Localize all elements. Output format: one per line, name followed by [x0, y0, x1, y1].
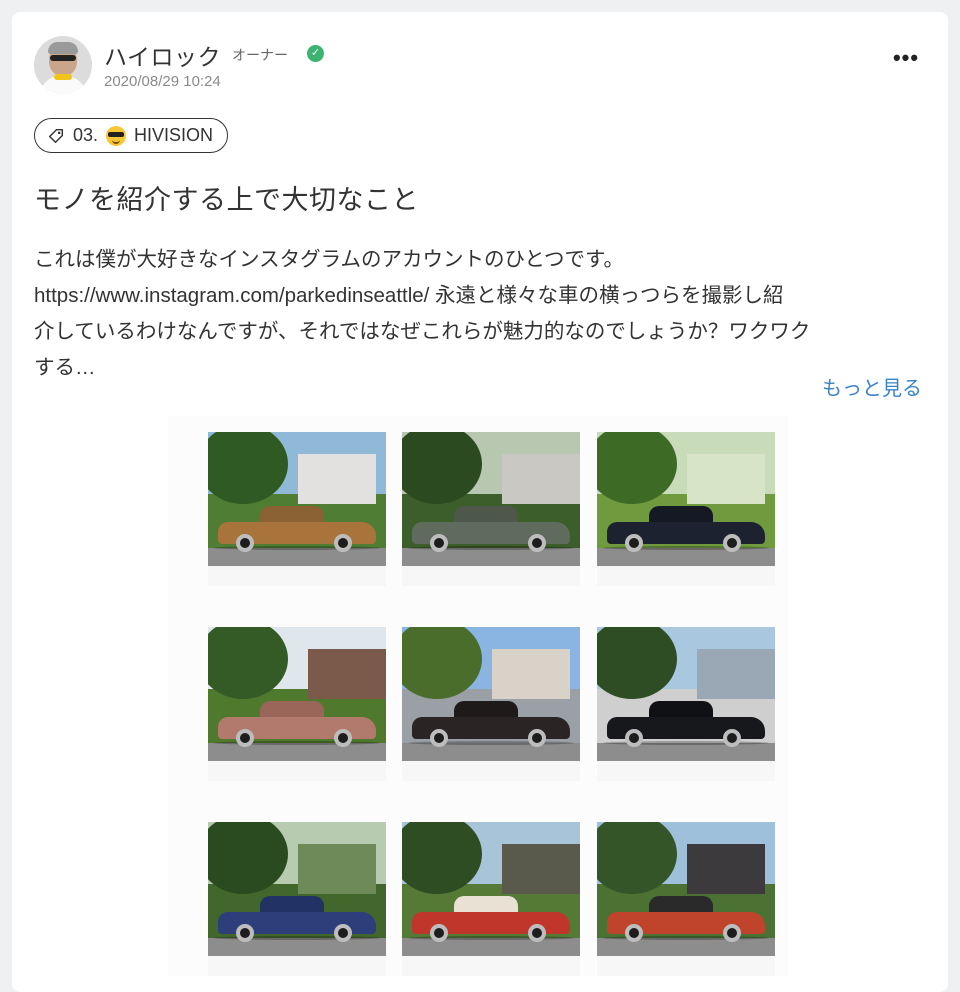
author-role: オーナー [232, 47, 288, 63]
photo-road [208, 938, 386, 956]
car-photo-6[interactable] [597, 627, 775, 761]
photo-caption-strip [208, 761, 386, 781]
car-photo-4[interactable] [208, 627, 386, 761]
car-photo-7[interactable] [208, 822, 386, 956]
photo-house [502, 454, 580, 504]
car-wheel [334, 924, 352, 942]
post-body-line: https://www.instagram.com/parkedinseattl… [34, 284, 784, 307]
photo-caption-strip [402, 761, 580, 781]
tag-name: HIVISION [134, 125, 214, 145]
photo-house [298, 454, 376, 504]
car-wheel [334, 729, 352, 747]
photo-road [597, 743, 775, 761]
avatar-hair [48, 42, 78, 54]
photo-house [492, 649, 570, 699]
post-body-line: する… [34, 356, 96, 379]
photo-road [208, 548, 386, 566]
avatar-glasses [50, 55, 76, 61]
tag-icon [48, 128, 64, 143]
photo-gallery [168, 416, 788, 976]
read-more-link[interactable]: もっと見る [822, 372, 922, 401]
car-wheel [528, 534, 546, 552]
photo-road [402, 938, 580, 956]
author-avatar[interactable] [34, 36, 92, 94]
post-timestamp: 2020/08/29 10:24 [104, 73, 221, 90]
photo-house [308, 649, 386, 699]
car-wheel [334, 534, 352, 552]
avatar-held-item [54, 74, 72, 80]
car-photo-2[interactable] [402, 432, 580, 566]
verified-check-icon: ✓ [307, 45, 324, 62]
car-wheel [430, 924, 448, 942]
photo-house [687, 844, 765, 894]
tag-prefix: 03. [73, 125, 99, 145]
car-wheel [723, 924, 741, 942]
photo-road [597, 548, 775, 566]
car-wheel [430, 729, 448, 747]
car-wheel [625, 534, 643, 552]
car-photo-3[interactable] [597, 432, 775, 566]
post-title[interactable]: モノを紹介する上で大切なこと [34, 178, 419, 217]
car-wheel [528, 924, 546, 942]
tag-chip[interactable]: 03. HIVISION [34, 118, 229, 153]
car-photo-9[interactable] [597, 822, 775, 956]
author-name[interactable]: ハイロック [104, 38, 221, 72]
post-body: これは僕が大好きなインスタグラムのアカウントのひとつです。 https://ww… [34, 242, 934, 386]
photo-caption-strip [597, 761, 775, 781]
photo-caption-strip [208, 566, 386, 586]
photo-caption-strip [208, 956, 386, 976]
photo-road [402, 743, 580, 761]
photo-house [697, 649, 775, 699]
more-options-button[interactable]: ••• [886, 47, 926, 76]
post-card: ハイロック オーナー ✓ 2020/08/29 10:24 ••• 03. HI… [12, 12, 948, 992]
photo-house [502, 844, 580, 894]
car-wheel [625, 924, 643, 942]
photo-caption-strip [402, 956, 580, 976]
car-wheel [236, 924, 254, 942]
car-photo-8[interactable] [402, 822, 580, 956]
photo-caption-strip [597, 566, 775, 586]
car-photo-5[interactable] [402, 627, 580, 761]
car-wheel [625, 729, 643, 747]
car-wheel [236, 534, 254, 552]
post-body-line: 介しているわけなんですが、それではなぜこれらが魅力的なのでしょうか？ワクワク [34, 320, 811, 343]
photo-road [402, 548, 580, 566]
sunglasses-emoji-icon [106, 125, 127, 146]
photo-caption-strip [597, 956, 775, 976]
car-wheel [723, 729, 741, 747]
photo-caption-strip [402, 566, 580, 586]
photo-road [597, 938, 775, 956]
photo-house [298, 844, 376, 894]
car-photo-1[interactable] [208, 432, 386, 566]
car-wheel [430, 534, 448, 552]
car-wheel [528, 729, 546, 747]
car-wheel [236, 729, 254, 747]
photo-road [208, 743, 386, 761]
car-wheel [723, 534, 741, 552]
photo-house [687, 454, 765, 504]
post-body-line: これは僕が大好きなインスタグラムのアカウントのひとつです。 [34, 248, 624, 271]
